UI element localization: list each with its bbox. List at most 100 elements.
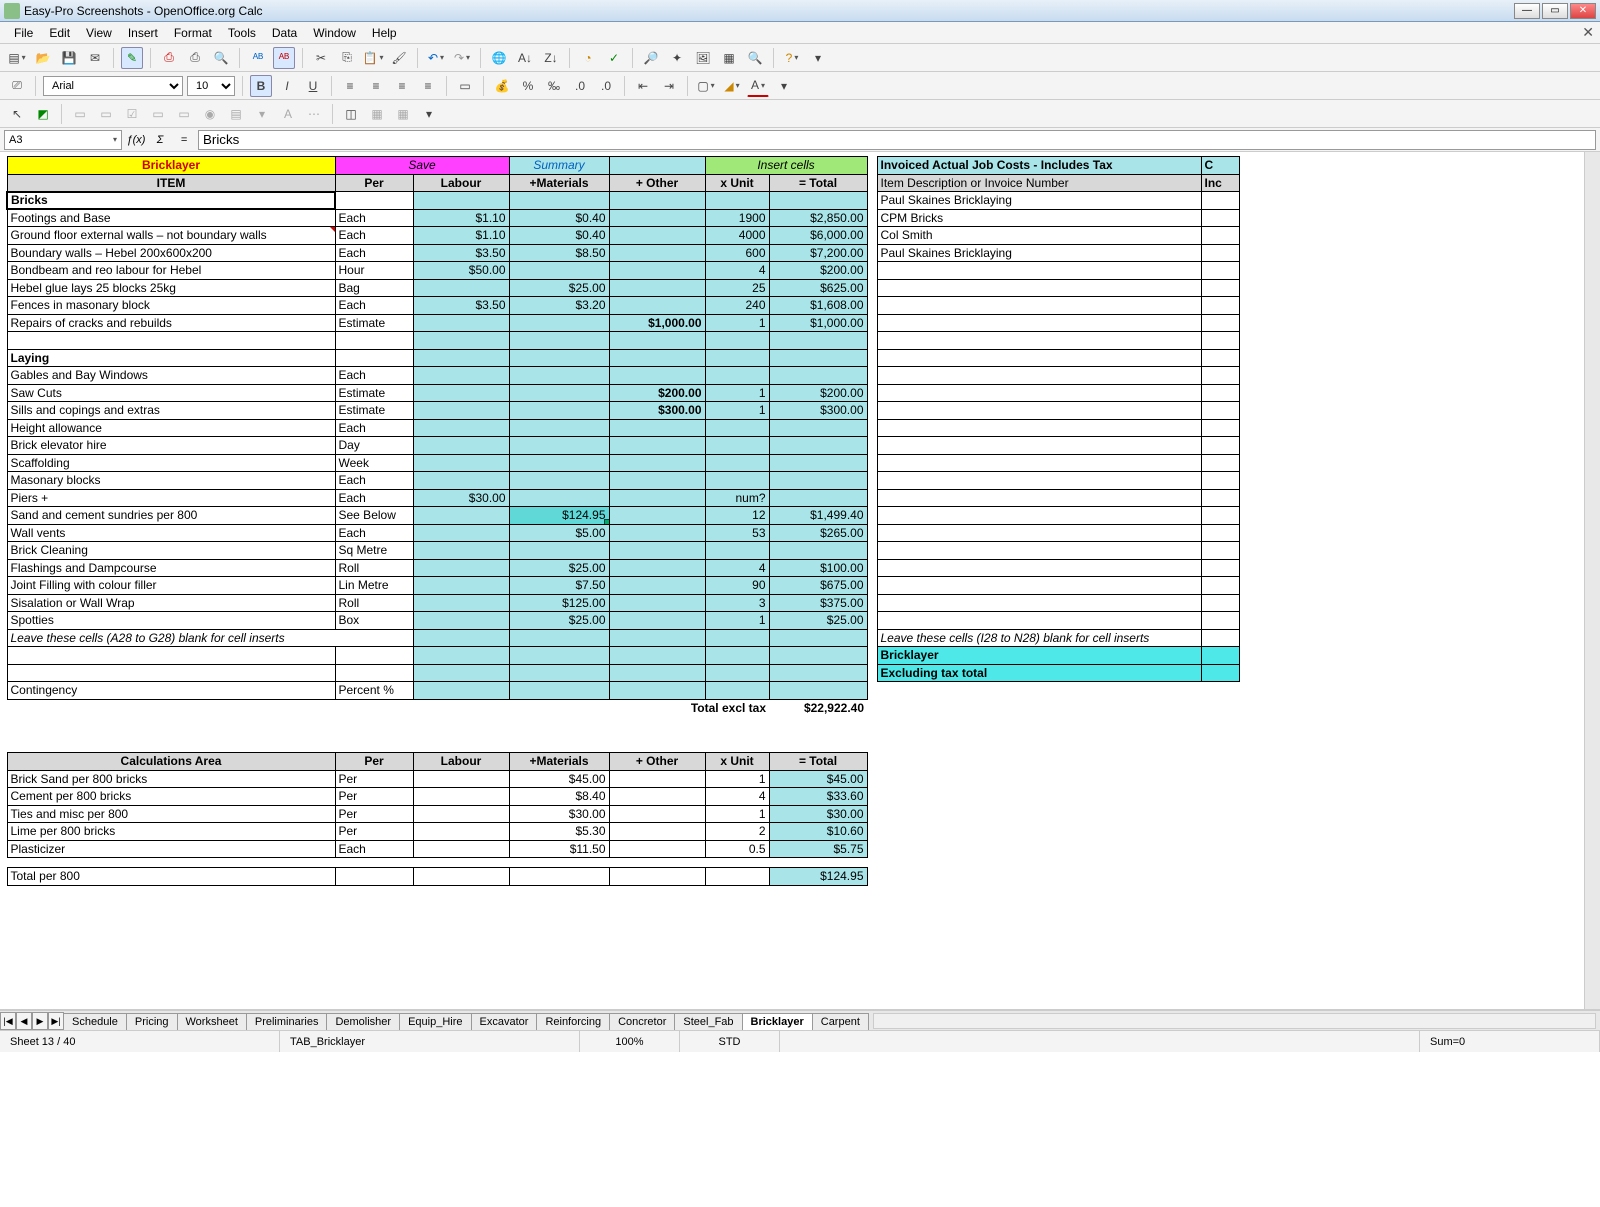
form-nav-button[interactable]: ▦ [366,103,388,125]
sheet-tab-concretor[interactable]: Concretor [609,1013,675,1030]
merge-button[interactable]: ▭ [454,75,476,97]
show-draw-button[interactable]: ✓ [603,47,625,69]
add-decimal-button[interactable]: .0 [569,75,591,97]
sheet-tab-reinforcing[interactable]: Reinforcing [536,1013,610,1030]
close-button[interactable]: ✕ [1570,3,1596,19]
main-table[interactable]: Bricklayer Save Summary Insert cells Inv… [6,156,1240,886]
toolbar-more-icon[interactable]: ▾ [807,47,829,69]
horizontal-scrollbar[interactable] [873,1013,1596,1029]
sheet-tab-steel_fab[interactable]: Steel_Fab [674,1013,742,1030]
tab-next-button[interactable]: ▶ [32,1012,48,1030]
maximize-button[interactable]: ▭ [1542,3,1568,19]
sheet-tab-pricing[interactable]: Pricing [126,1013,178,1030]
function-wizard-button[interactable]: ƒ(x) [126,130,146,150]
email-button[interactable]: ✉ [84,47,106,69]
find-button[interactable]: 🔎 [640,47,662,69]
redo-button[interactable]: ↷ [451,47,473,69]
checkbox-control[interactable]: ☑ [121,103,143,125]
radio-control[interactable]: ◉ [199,103,221,125]
sheet-tab-bricklayer[interactable]: Bricklayer [742,1013,813,1030]
textbox-control[interactable]: ▭ [147,103,169,125]
equals-button[interactable]: = [174,130,194,150]
toolbar2-more-icon[interactable]: ▾ [773,75,795,97]
tab-last-button[interactable]: ▶| [48,1012,64,1030]
doc-close-button[interactable]: ✕ [1582,24,1594,41]
align-right-button[interactable]: ≡ [391,75,413,97]
sheet-tab-worksheet[interactable]: Worksheet [177,1013,247,1030]
chart-button[interactable]: ◔ [577,47,599,69]
cut-button[interactable]: ✂ [310,47,332,69]
menu-view[interactable]: View [78,24,120,42]
spreadsheet-grid[interactable]: Bricklayer Save Summary Insert cells Inv… [0,152,1600,1010]
design-mode-button[interactable]: ◩ [32,103,54,125]
menu-data[interactable]: Data [264,24,305,42]
sheet-tab-preliminaries[interactable]: Preliminaries [246,1013,328,1030]
toolbar3-more-icon[interactable]: ▾ [418,103,440,125]
undo-button[interactable]: ↶ [425,47,447,69]
tab-prev-button[interactable]: ◀ [16,1012,32,1030]
save-button[interactable]: 💾 [58,47,80,69]
save-macro-button[interactable]: Save [335,157,509,175]
sum-button[interactable]: Σ [150,130,170,150]
button-control[interactable]: ▭ [173,103,195,125]
menu-window[interactable]: Window [305,24,364,42]
paste-button[interactable]: 📋 [362,47,384,69]
sort-desc-button[interactable]: Z↓ [540,47,562,69]
tab-first-button[interactable]: |◀ [0,1012,16,1030]
sheet-tab-demolisher[interactable]: Demolisher [326,1013,400,1030]
borders-button[interactable]: ▢ [695,75,717,97]
hyperlink-button[interactable]: 🌐 [488,47,510,69]
control2[interactable]: ▭ [95,103,117,125]
name-box[interactable]: A3 ▾ [4,130,122,150]
vertical-scrollbar[interactable] [1584,152,1600,1009]
zoom-button[interactable]: 🔍 [744,47,766,69]
menu-insert[interactable]: Insert [120,24,166,42]
summary-button[interactable]: Summary [509,157,609,175]
more-controls[interactable]: ⋯ [303,103,325,125]
fontcolor-button[interactable]: A [747,75,769,97]
format-paintbrush-button[interactable]: 🖌 [388,47,410,69]
new-doc-button[interactable]: ▤ [6,47,28,69]
listbox-control[interactable]: ▤ [225,103,247,125]
decrease-indent-button[interactable]: ⇤ [632,75,654,97]
italic-button[interactable]: I [276,75,298,97]
open-button[interactable]: 📂 [32,47,54,69]
menu-edit[interactable]: Edit [41,24,78,42]
bold-button[interactable]: B [250,75,272,97]
underline-button[interactable]: U [302,75,324,97]
percent-button[interactable]: % [517,75,539,97]
edit-mode-button[interactable]: ✎ [121,47,143,69]
spellcheck-button[interactable]: ᴬᴮ [247,47,269,69]
gallery-button[interactable]: 🖼 [692,47,714,69]
font-name-select[interactable]: Arial [43,76,183,96]
help-button[interactable]: ? [781,47,803,69]
print-button[interactable]: ⎙ [184,47,206,69]
sheet-tab-equip_hire[interactable]: Equip_Hire [399,1013,471,1030]
styles-button[interactable]: ⎚ [6,75,28,97]
autospell-button[interactable]: ᴬᴮ [273,47,295,69]
align-left-button[interactable]: ≡ [339,75,361,97]
remove-decimal-button[interactable]: .0 [595,75,617,97]
select-tool-button[interactable]: ↖ [6,103,28,125]
export-pdf-button[interactable]: ⎙ [158,47,180,69]
minimize-button[interactable]: — [1514,3,1540,19]
bgcolor-button[interactable]: ◢ [721,75,743,97]
increase-indent-button[interactable]: ⇥ [658,75,680,97]
menu-format[interactable]: Format [166,24,220,42]
number-button[interactable]: ‰ [543,75,565,97]
datasources-button[interactable]: ▦ [718,47,740,69]
copy-button[interactable]: ⎘ [336,47,358,69]
menu-help[interactable]: Help [364,24,405,42]
form-nav2-button[interactable]: ▦ [392,103,414,125]
font-size-select[interactable]: 10 [187,76,235,96]
justify-button[interactable]: ≡ [417,75,439,97]
currency-button[interactable]: 💰 [491,75,513,97]
label-control[interactable]: A [277,103,299,125]
sheet-tab-schedule[interactable]: Schedule [63,1013,127,1030]
navigator-button[interactable]: ✦ [666,47,688,69]
preview-button[interactable]: 🔍 [210,47,232,69]
combo-control[interactable]: ▾ [251,103,273,125]
form-design-button[interactable]: ◫ [340,103,362,125]
menu-tools[interactable]: Tools [220,24,264,42]
sheet-tab-carpent[interactable]: Carpent [812,1013,869,1030]
